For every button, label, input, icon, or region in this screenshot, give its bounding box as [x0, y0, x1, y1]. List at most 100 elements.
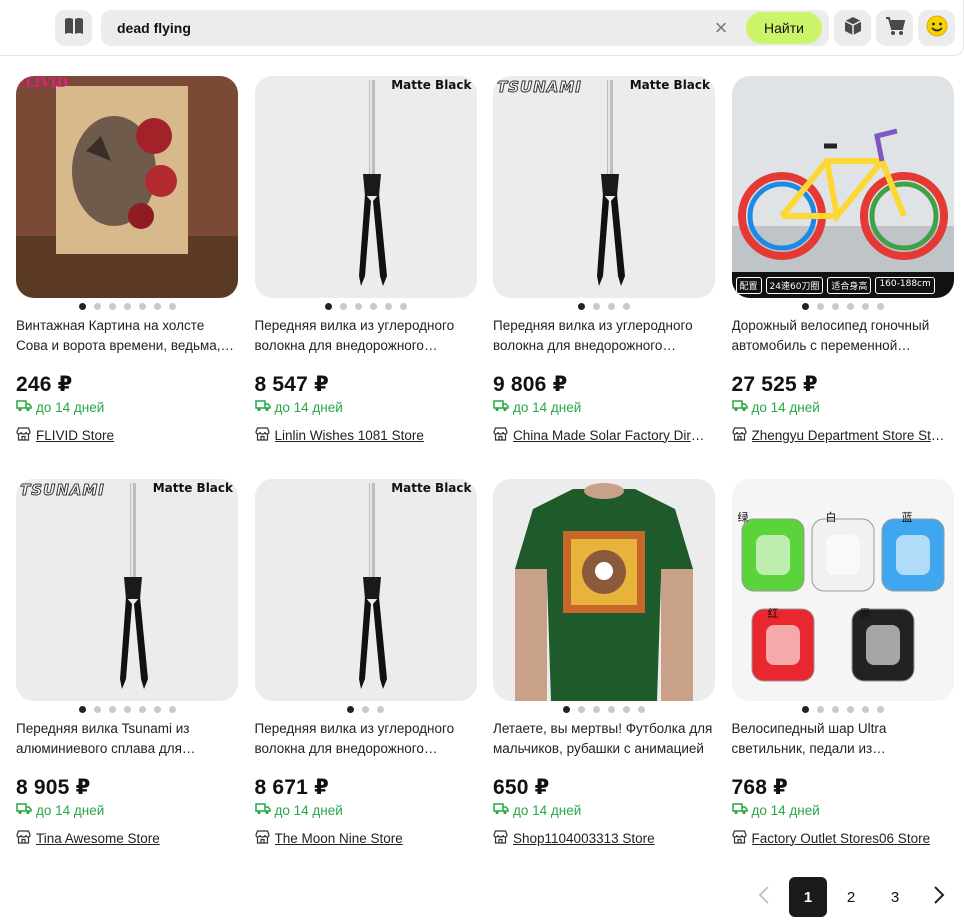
carousel-dot[interactable]	[384, 302, 392, 310]
image-carousel-dots	[255, 298, 477, 314]
carousel-dot[interactable]	[138, 302, 146, 310]
product-image[interactable]: Matte Black TSUNAMI	[16, 479, 238, 701]
store-name[interactable]: China Made Solar Factory Direct Store	[513, 428, 711, 443]
store-name[interactable]: Factory Outlet Stores06 Store	[752, 831, 931, 846]
store-link[interactable]: China Made Solar Factory Direct Store	[493, 425, 715, 445]
carousel-dot[interactable]	[78, 705, 86, 713]
carousel-dot[interactable]	[861, 705, 869, 713]
product-image[interactable]: FLIVID	[16, 76, 238, 298]
product-title[interactable]: Дорожный велосипед гоночный автомобиль с…	[732, 316, 954, 356]
next-page-button[interactable]	[920, 877, 958, 917]
carousel-dot[interactable]	[168, 302, 176, 310]
product-title[interactable]: Передняя вилка Tsunami из алюминиевого с…	[16, 719, 238, 759]
carousel-dot[interactable]	[578, 705, 585, 713]
store-name[interactable]: FLIVID Store	[36, 428, 114, 443]
carousel-dot[interactable]	[563, 705, 570, 713]
product-card[interactable]: Matte Black Передняя вилка из углеродного…	[254, 479, 477, 848]
carousel-dot[interactable]	[399, 302, 407, 310]
carousel-dot[interactable]	[801, 705, 809, 713]
page-3-button[interactable]: 3	[876, 877, 914, 917]
store-link[interactable]: Tina Awesome Store	[16, 828, 238, 848]
product-title[interactable]: Передняя вилка из углеродного волокна дл…	[255, 316, 477, 356]
carousel-dot[interactable]	[623, 705, 630, 713]
product-card[interactable]: Летаете, вы мертвы! Футболка для мальчик…	[493, 479, 715, 848]
product-card[interactable]: Matte Black TSUNAMI Передняя вилка из угле…	[493, 76, 715, 445]
carousel-dot[interactable]	[354, 302, 362, 310]
carousel-dot[interactable]	[831, 705, 839, 713]
carousel-dot[interactable]	[593, 302, 600, 310]
carousel-dot[interactable]	[339, 302, 347, 310]
carousel-dot[interactable]	[168, 705, 176, 713]
product-card[interactable]: FLIVID Винтажная Картина на холсте Сова и…	[16, 76, 238, 445]
carousel-dot[interactable]	[93, 302, 101, 310]
carousel-dot[interactable]	[623, 302, 630, 310]
prev-page-button[interactable]	[745, 877, 783, 917]
carousel-dot[interactable]	[846, 302, 854, 310]
product-card[interactable]: 绿 白 蓝红 黑 Велосипедный шар Ultra светильник, …	[731, 479, 954, 848]
store-link[interactable]: Zhengyu Department Store Store	[731, 425, 954, 445]
store-name[interactable]: Zhengyu Department Store Store	[752, 428, 950, 443]
product-title[interactable]: Велосипедный шар Ultra светильник, педал…	[732, 719, 954, 759]
carousel-dot[interactable]	[816, 705, 824, 713]
carousel-dot[interactable]	[108, 302, 116, 310]
page-1-button[interactable]: 1	[789, 877, 827, 917]
catalog-button[interactable]	[55, 10, 92, 46]
carousel-dot[interactable]	[377, 705, 384, 713]
carousel-dot[interactable]	[93, 705, 101, 713]
product-card[interactable]: Matte Black Передняя вилка из углеродного…	[254, 76, 477, 445]
product-image[interactable]	[493, 479, 715, 701]
product-image[interactable]: Matte Black	[254, 479, 477, 701]
store-name[interactable]: Shop1104003313 Store	[513, 831, 655, 846]
carousel-dot[interactable]	[153, 705, 161, 713]
store-name[interactable]: Linlin Wishes 1081 Store	[275, 428, 424, 443]
product-image[interactable]: Matte Black	[254, 76, 477, 298]
profile-button[interactable]	[918, 10, 955, 46]
page-2-button[interactable]: 2	[832, 877, 870, 917]
store-name[interactable]: The Moon Nine Store	[275, 831, 403, 846]
carousel-dot[interactable]	[123, 302, 131, 310]
product-card[interactable]: 配置 24速60刀圈 适合身高 160-188cm Дорожный велосипед…	[731, 76, 954, 445]
store-link[interactable]: The Moon Nine Store	[254, 828, 477, 848]
store-icon	[16, 829, 31, 847]
carousel-dot[interactable]	[578, 302, 585, 310]
carousel-dot[interactable]	[123, 705, 131, 713]
carousel-dot[interactable]	[369, 302, 377, 310]
carousel-dot[interactable]	[608, 705, 615, 713]
carousel-dot[interactable]	[362, 705, 369, 713]
store-name[interactable]: Tina Awesome Store	[36, 831, 160, 846]
store-link[interactable]: FLIVID Store	[16, 425, 238, 445]
product-price: 8 671 ₽	[254, 776, 329, 799]
carousel-dot[interactable]	[347, 705, 354, 713]
carousel-dot[interactable]	[593, 705, 600, 713]
carousel-dot[interactable]	[846, 705, 854, 713]
search-input[interactable]	[117, 10, 697, 46]
carousel-dot[interactable]	[801, 302, 809, 310]
find-button[interactable]: Найти	[746, 12, 822, 44]
product-image[interactable]: Matte Black TSUNAMI	[493, 76, 715, 298]
carousel-dot[interactable]	[638, 705, 645, 713]
product-image[interactable]: 配置 24速60刀圈 适合身高 160-188cm	[731, 76, 954, 298]
carousel-dot[interactable]	[78, 302, 86, 310]
product-title[interactable]: Передняя вилка из углеродного волокна дл…	[255, 719, 477, 759]
carousel-dot[interactable]	[876, 705, 884, 713]
carousel-dot[interactable]	[153, 302, 161, 310]
product-card[interactable]: Matte Black TSUNAMI Передняя вилка Tsunami…	[16, 479, 238, 848]
product-title[interactable]: Летаете, вы мертвы! Футболка для мальчик…	[493, 719, 715, 759]
orders-button[interactable]	[834, 10, 871, 46]
store-link[interactable]: Linlin Wishes 1081 Store	[254, 425, 477, 445]
carousel-dot[interactable]	[108, 705, 116, 713]
product-title[interactable]: Винтажная Картина на холсте Сова и ворот…	[16, 316, 238, 356]
carousel-dot[interactable]	[608, 302, 615, 310]
carousel-dot[interactable]	[831, 302, 839, 310]
product-image[interactable]: 绿 白 蓝红 黑	[731, 479, 954, 701]
carousel-dot[interactable]	[324, 302, 332, 310]
product-title[interactable]: Передняя вилка из углеродного волокна дл…	[493, 316, 715, 356]
carousel-dot[interactable]	[816, 302, 824, 310]
store-link[interactable]: Shop1104003313 Store	[493, 828, 715, 848]
close-icon[interactable]: ×	[711, 17, 731, 39]
cart-button[interactable]	[876, 10, 913, 46]
carousel-dot[interactable]	[876, 302, 884, 310]
carousel-dot[interactable]	[861, 302, 869, 310]
store-link[interactable]: Factory Outlet Stores06 Store	[731, 828, 954, 848]
carousel-dot[interactable]	[138, 705, 146, 713]
